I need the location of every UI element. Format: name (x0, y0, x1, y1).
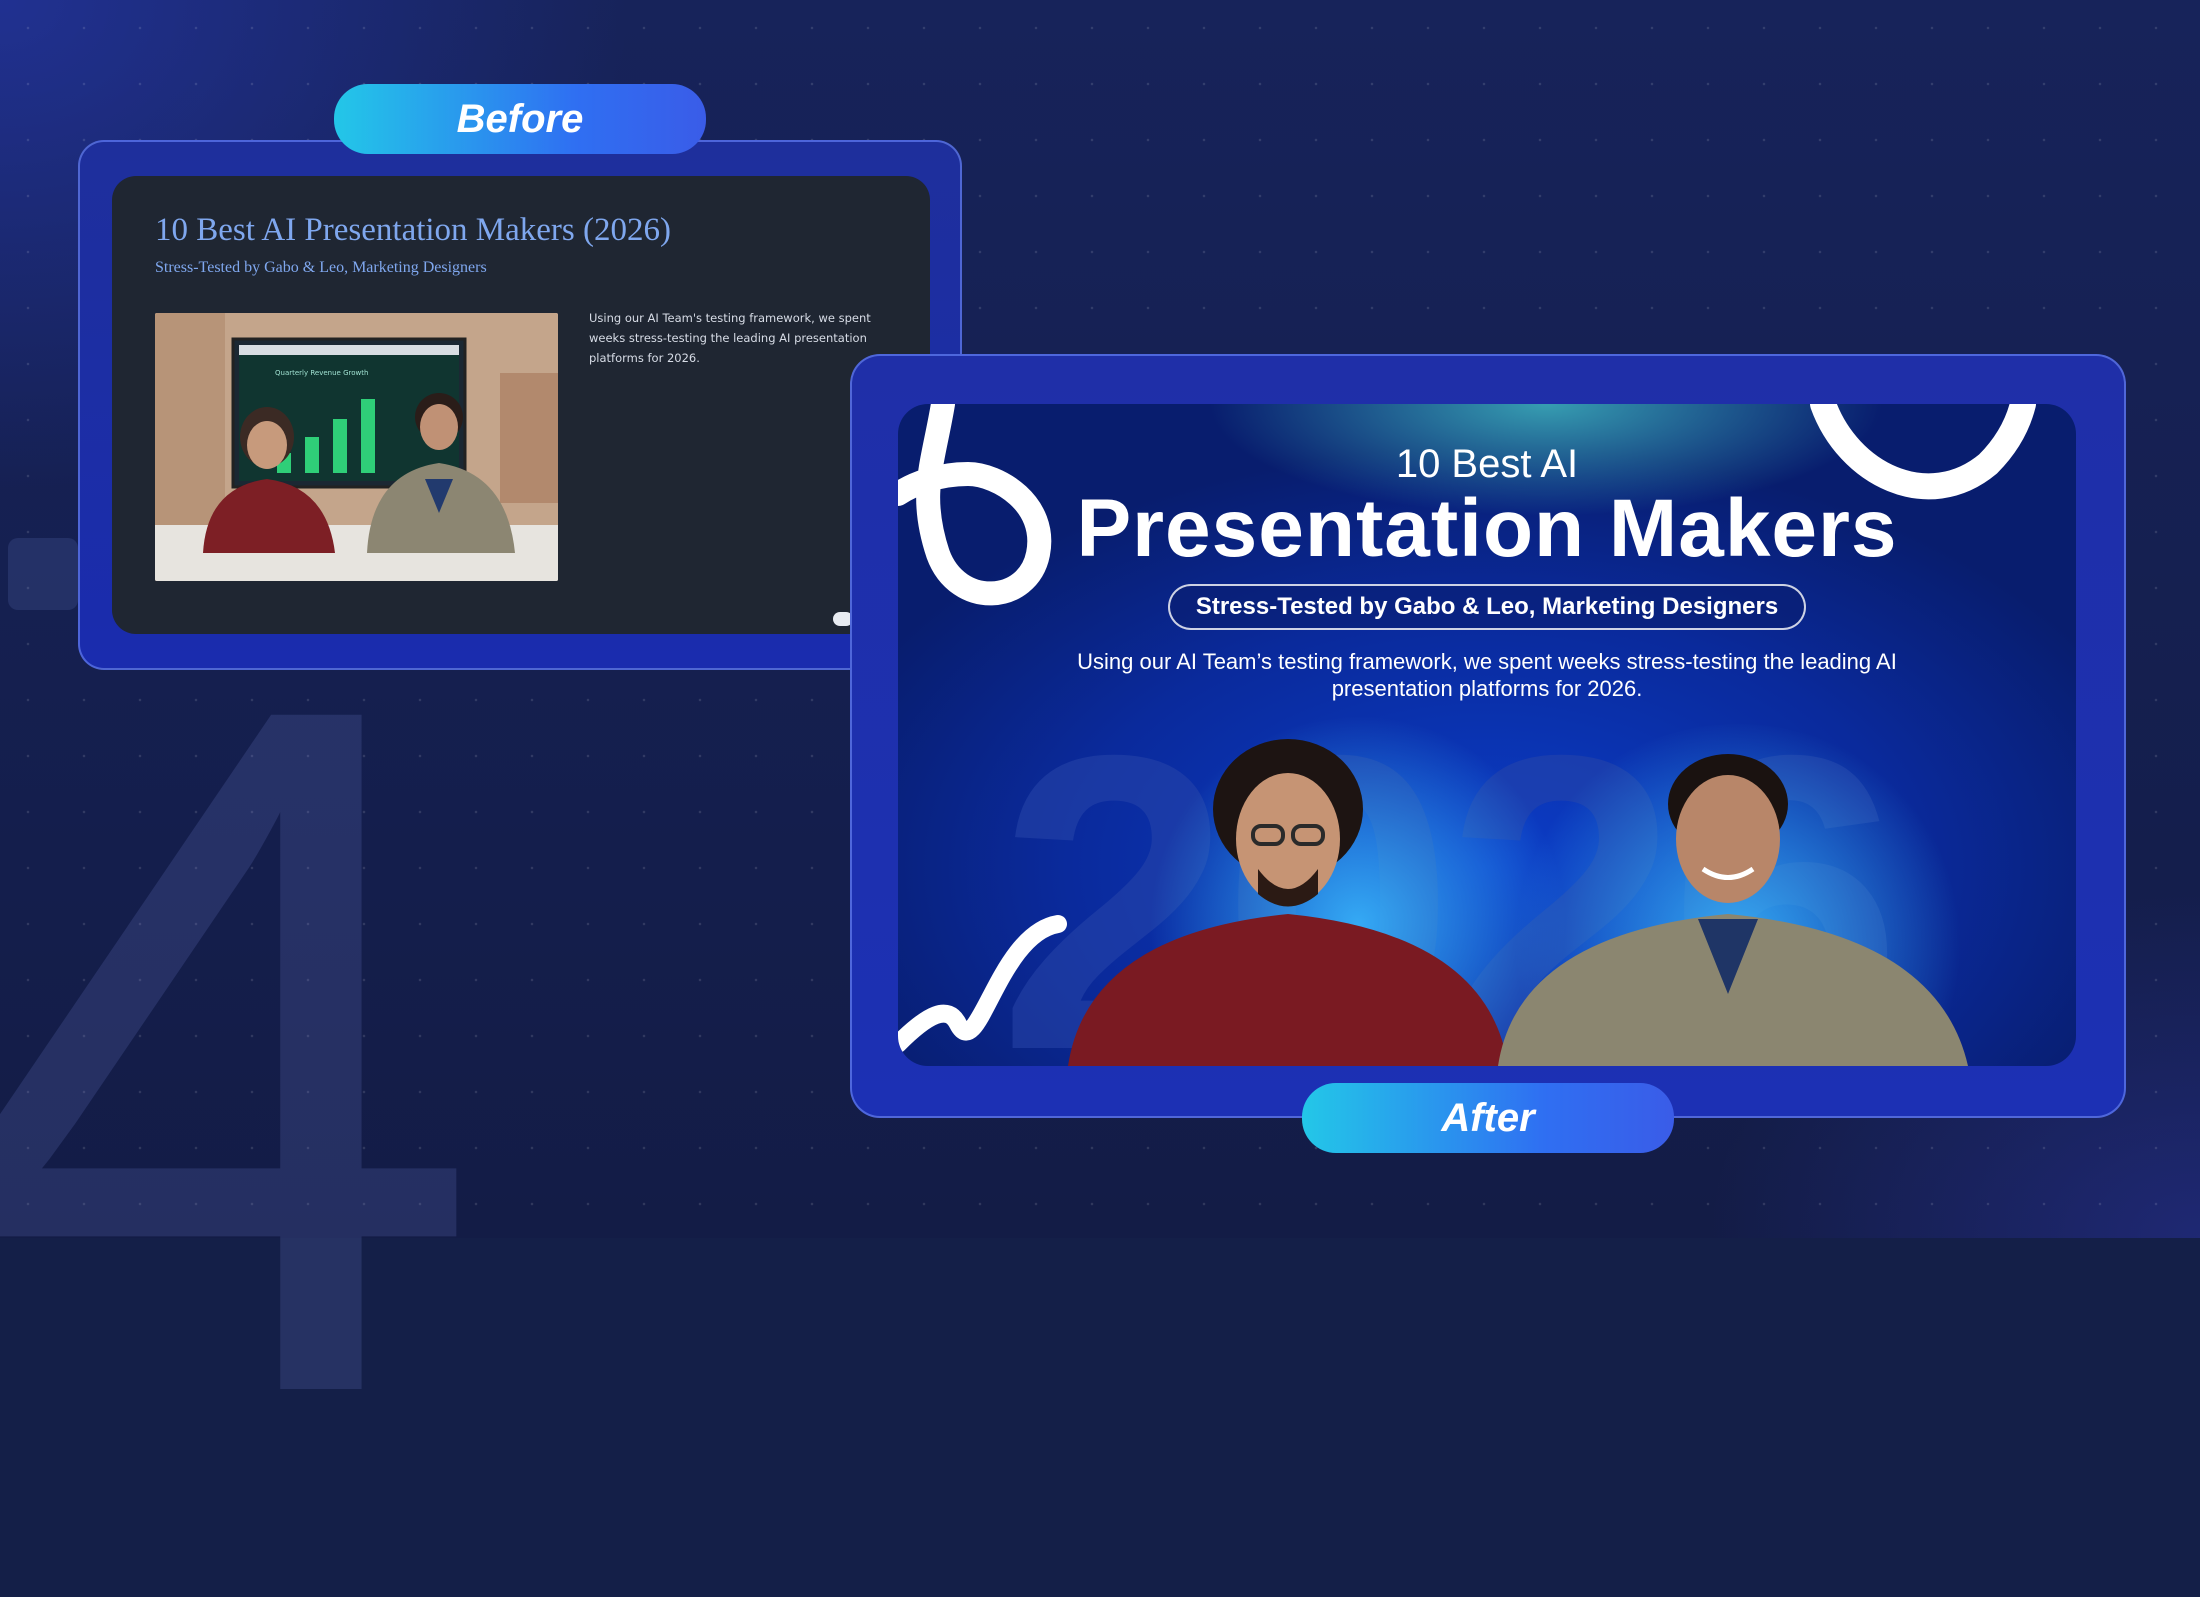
before-title: 10 Best AI Presentation Makers (2026) (155, 212, 671, 248)
before-subtitle: Stress-Tested by Gabo & Leo, Marketing D… (155, 259, 487, 276)
person-right (1498, 754, 1968, 1066)
after-body-text: Using our AI Team’s testing framework, w… (1077, 649, 1897, 701)
before-label-pill: Before (334, 84, 706, 154)
after-slide: 2026 10 Best AI Presentation Makers Stre… (898, 404, 2076, 1066)
after-subtitle-badge: Stress-Tested by Gabo & Leo, Marketing D… (1168, 584, 1806, 630)
after-label-pill: After (1302, 1083, 1674, 1153)
background-digit: 4 (0, 502, 486, 1597)
before-photo: Quarterly Revenue Growth (155, 313, 558, 581)
after-title-small: 10 Best AI (1395, 442, 1579, 486)
before-body-text: Using our AI Team's testing framework, w… (589, 311, 871, 365)
person-left (1068, 739, 1508, 1066)
before-photo-screen-caption: Quarterly Revenue Growth (275, 369, 368, 377)
after-title-large: Presentation Makers (1076, 483, 1898, 574)
before-photo-illustration: Quarterly Revenue Growth (155, 313, 558, 581)
